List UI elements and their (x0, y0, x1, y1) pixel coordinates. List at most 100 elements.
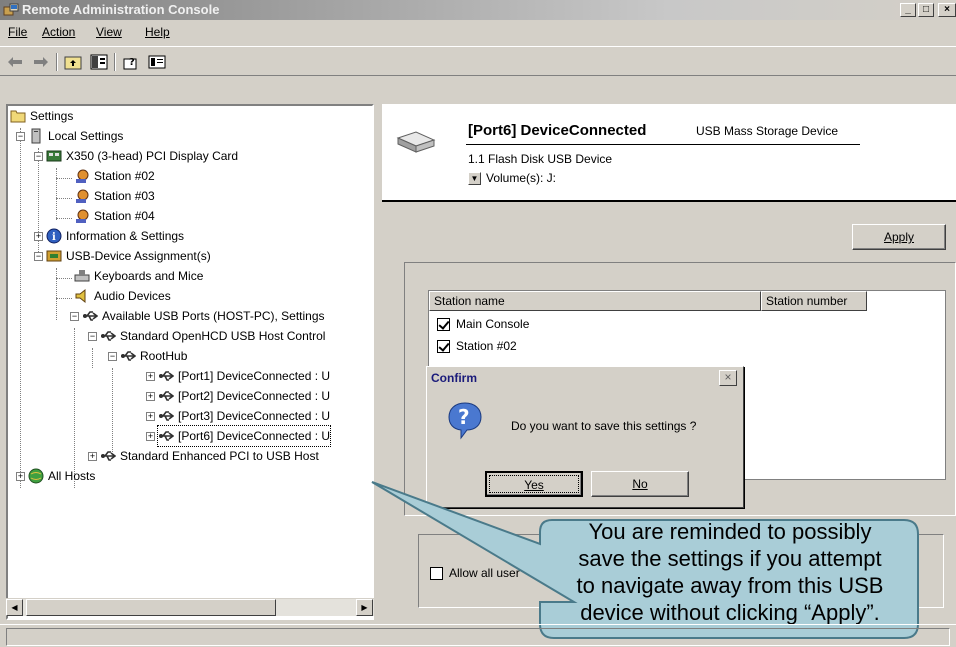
info-icon: i (46, 228, 62, 244)
dialog-no-button[interactable]: No (591, 471, 689, 497)
expand-toggle[interactable]: + (146, 432, 155, 441)
usb-icon (159, 411, 174, 421)
station-checkbox[interactable] (437, 317, 450, 331)
tree-item-settings[interactable]: Settings (10, 106, 73, 126)
tree-item-usb-assignment[interactable]: USB-Device Assignment(s) (46, 246, 211, 266)
volumes-label: Volume(s): J: (486, 171, 557, 185)
column-header-station-name[interactable]: Station name (429, 291, 761, 311)
expand-toggle[interactable]: + (146, 412, 155, 421)
minimize-button[interactable]: _ (900, 3, 916, 17)
station-icon (76, 209, 89, 223)
callout-line: device without clicking “Apply”. (580, 600, 880, 625)
show-hide-tree-button[interactable] (88, 51, 110, 73)
collapse-toggle[interactable]: − (16, 132, 25, 141)
collapse-toggle[interactable]: − (88, 332, 97, 341)
header-divider (466, 144, 860, 145)
tree-item-keyboards-mice[interactable]: Keyboards and Mice (74, 266, 203, 286)
app-icon (3, 3, 19, 16)
station-row-main-console[interactable]: Main Console (437, 317, 529, 331)
confirm-dialog[interactable]: Confirm × ? Do you want to save this set… (426, 366, 744, 508)
maximize-button[interactable]: □ (918, 3, 934, 17)
collapse-toggle[interactable]: − (70, 312, 79, 321)
tree-item-port1[interactable]: [Port1] DeviceConnected : U (158, 366, 330, 386)
tree-item-display-card[interactable]: X350 (3-head) PCI Display Card (46, 146, 238, 166)
volumes-dropdown-button[interactable]: ▼ (468, 172, 481, 185)
callout-line: save the settings if you attempt (578, 546, 882, 571)
menu-view[interactable]: View (96, 25, 122, 39)
device-name: 1.1 Flash Disk USB Device (468, 152, 613, 166)
dialog-title-bar[interactable]: Confirm × (429, 369, 741, 387)
folder-icon (10, 110, 26, 123)
scroll-thumb[interactable] (26, 599, 276, 616)
back-arrow-icon (8, 57, 22, 67)
tree-item-port2[interactable]: [Port2] DeviceConnected : U (158, 386, 330, 406)
window-title: Remote Administration Console (22, 2, 220, 17)
scroll-right-button[interactable]: ▶ (356, 599, 373, 616)
tree-connector (112, 368, 113, 452)
station-icon (76, 189, 89, 203)
scroll-left-button[interactable]: ◀ (6, 599, 23, 616)
help-button[interactable]: ? (120, 51, 142, 73)
title-bar[interactable]: Remote Administration Console _ □ × (0, 0, 956, 20)
usb-icon (101, 451, 116, 461)
toolbar: ? (0, 46, 956, 76)
dialog-yes-button[interactable]: Yes (485, 471, 583, 497)
tree-connector (74, 328, 75, 488)
allow-all-checkbox[interactable] (430, 566, 443, 580)
tree-item-available-usb-ports[interactable]: Available USB Ports (HOST-PC), Settings (82, 306, 325, 326)
usb-assign-icon (46, 250, 62, 262)
tree-item-openhcd-controller[interactable]: Standard OpenHCD USB Host Control (100, 326, 325, 346)
tree-item-roothub[interactable]: RootHub (120, 346, 187, 366)
column-header-station-number[interactable]: Station number (761, 291, 867, 311)
tree-item-audio-devices[interactable]: Audio Devices (74, 286, 171, 306)
apply-button[interactable]: Apply (852, 224, 946, 250)
dialog-close-button[interactable]: × (719, 370, 737, 386)
expand-toggle[interactable]: + (34, 232, 43, 241)
svg-text:?: ? (129, 57, 135, 68)
tree-item-all-hosts[interactable]: All Hosts (28, 466, 95, 486)
tree-item-port6[interactable]: [Port6] DeviceConnected : U (156, 425, 332, 447)
tree-item-station-03[interactable]: Station #03 (74, 186, 155, 206)
tree-connector (20, 128, 21, 488)
menu-file[interactable]: File (8, 25, 27, 39)
forward-button[interactable] (30, 51, 52, 73)
svg-text:i: i (52, 232, 56, 243)
tree-item-station-04[interactable]: Station #04 (74, 206, 155, 226)
expand-toggle[interactable]: + (16, 472, 25, 481)
station-checkbox[interactable] (437, 339, 450, 353)
menu-action[interactable]: Action (42, 25, 75, 39)
status-panel (6, 628, 950, 646)
collapse-toggle[interactable]: − (108, 352, 117, 361)
tree-horizontal-scrollbar[interactable]: ◀ ▶ (6, 598, 374, 616)
tree-item-enhanced-pci-usb[interactable]: Standard Enhanced PCI to USB Host (100, 446, 319, 466)
globe-icon (28, 468, 44, 484)
collapse-toggle[interactable]: − (34, 152, 43, 161)
expand-toggle[interactable]: + (88, 452, 97, 461)
expand-toggle[interactable]: + (146, 392, 155, 401)
collapse-toggle[interactable]: − (34, 252, 43, 261)
allow-all-row[interactable]: Allow all user (430, 566, 520, 580)
tree-pane[interactable]: Settings − Local Settings − X350 (3-head… (6, 104, 374, 620)
toolbar-separator (114, 53, 116, 71)
tree-connector (56, 168, 57, 220)
speaker-icon (75, 288, 86, 304)
tree-item-station-02[interactable]: Station #02 (74, 166, 155, 186)
menu-help[interactable]: Help (145, 25, 170, 39)
back-button[interactable] (4, 51, 26, 73)
status-bar (0, 624, 956, 647)
up-folder-button[interactable] (62, 51, 84, 73)
help-icon: ? (123, 57, 137, 70)
tree-item-port3[interactable]: [Port3] DeviceConnected : U (158, 406, 330, 426)
toolbar-separator (56, 53, 58, 71)
menu-bar: File Action View Help (0, 22, 956, 44)
close-button[interactable]: × (938, 3, 956, 17)
tree-item-information-settings[interactable]: i Information & Settings (46, 226, 184, 246)
station-row-station-02[interactable]: Station #02 (437, 339, 517, 353)
tree-item-local-settings[interactable]: Local Settings (28, 126, 123, 146)
tree-connector (56, 268, 57, 320)
expand-toggle[interactable]: + (146, 372, 155, 381)
properties-button[interactable] (146, 51, 168, 73)
device-header: [Port6] DeviceConnected USB Mass Storage… (382, 104, 956, 202)
usb-icon (121, 351, 136, 361)
tree-connector (38, 148, 39, 260)
